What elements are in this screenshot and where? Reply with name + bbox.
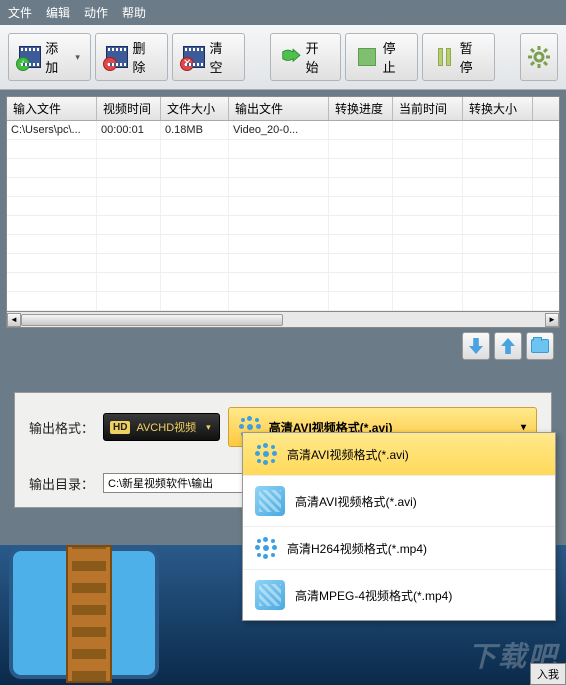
cell-outsize [463,121,533,139]
dir-label: 输出目录： [29,474,95,493]
col-outsize[interactable]: 转换大小 [463,97,533,120]
format-label: 输出格式： [29,418,95,437]
dropdown-item[interactable]: 高清AVI视频格式(*.avi) [243,433,555,476]
folder-icon [531,339,549,353]
dropdown-item-label: 高清AVI视频格式(*.avi) [287,446,409,463]
scroll-thumb[interactable] [21,314,283,326]
arrow-down-icon [469,338,483,354]
pause-icon [433,45,456,69]
delete-icon: – [106,45,129,69]
dropdown-item[interactable]: 高清MPEG-4视频格式(*.mp4) [243,570,555,620]
format-icon [255,537,277,559]
cell-size: 0.18MB [161,121,229,139]
menubar: 文件 编辑 动作 帮助 [0,0,566,25]
grid-body[interactable]: C:\Users\pc\... 00:00:01 0.18MB Video_20… [7,121,559,311]
horizontal-scrollbar[interactable]: ◄ ► [6,312,560,328]
col-input[interactable]: 输入文件 [7,97,97,120]
pause-label: 暂停 [460,38,484,76]
grid-area: 输入文件 视频时间 文件大小 输出文件 转换进度 当前时间 转换大小 C:\Us… [0,90,566,374]
col-size[interactable]: 文件大小 [161,97,229,120]
hd-badge: HD [110,421,130,434]
category-dropdown[interactable]: HD AVCHD视频 [103,413,220,441]
cell-duration: 00:00:01 [97,121,161,139]
film-strip-icon [66,545,112,683]
clear-label: 清空 [209,38,233,76]
action-row [6,328,560,368]
delete-button[interactable]: – 删除 [95,33,168,81]
col-output[interactable]: 输出文件 [229,97,329,120]
col-current[interactable]: 当前时间 [393,97,463,120]
stop-label: 停止 [383,38,407,76]
scroll-left-button[interactable]: ◄ [7,313,21,327]
dropdown-item-label: 高清AVI视频格式(*.avi) [295,493,417,510]
stop-icon [356,45,379,69]
pause-button[interactable]: 暂停 [422,33,495,81]
menu-help[interactable]: 帮助 [122,4,146,21]
menu-action[interactable]: 动作 [84,4,108,21]
cell-input: C:\Users\pc\... [7,121,97,139]
col-duration[interactable]: 视频时间 [97,97,161,120]
dropdown-item[interactable]: 高清AVI视频格式(*.avi) [243,476,555,527]
corner-button[interactable]: 入我 [530,663,566,685]
format-icon [255,443,277,465]
add-label: 添加 [45,38,69,76]
settings-button[interactable] [520,33,558,81]
format-icon [255,486,285,516]
add-icon: + [19,45,41,69]
arrow-up-icon [501,338,515,354]
start-icon [281,48,302,66]
dropdown-item-label: 高清MPEG-4视频格式(*.mp4) [295,587,452,604]
menu-edit[interactable]: 编辑 [46,4,70,21]
cell-output: Video_20-0... [229,121,329,139]
format-dropdown-list[interactable]: 高清AVI视频格式(*.avi) 高清AVI视频格式(*.avi) 高清H264… [242,432,556,621]
gear-icon [527,45,551,69]
category-text: AVCHD视频 [136,419,196,435]
move-up-button[interactable] [494,332,522,360]
dropdown-item-label: 高清H264视频格式(*.mp4) [287,540,427,557]
format-icon [255,580,285,610]
delete-label: 删除 [132,38,156,76]
grid-header: 输入文件 视频时间 文件大小 输出文件 转换进度 当前时间 转换大小 [7,97,559,121]
clear-icon: ✕ [183,45,206,69]
menu-file[interactable]: 文件 [8,4,32,21]
cell-current [393,121,463,139]
col-progress[interactable]: 转换进度 [329,97,393,120]
open-folder-button[interactable] [526,332,554,360]
stop-button[interactable]: 停止 [345,33,418,81]
add-button[interactable]: + 添加 [8,33,91,81]
toolbar: + 添加 – 删除 ✕ 清空 开始 停止 暂停 [0,25,566,90]
start-label: 开始 [306,38,330,76]
table-row[interactable]: C:\Users\pc\... 00:00:01 0.18MB Video_20… [7,121,559,140]
file-grid: 输入文件 视频时间 文件大小 输出文件 转换进度 当前时间 转换大小 C:\Us… [6,96,560,312]
dropdown-item[interactable]: 高清H264视频格式(*.mp4) [243,527,555,570]
move-down-button[interactable] [462,332,490,360]
cell-progress [329,121,393,139]
start-button[interactable]: 开始 [270,33,341,81]
clear-button[interactable]: ✕ 清空 [172,33,245,81]
scroll-right-button[interactable]: ► [545,313,559,327]
scroll-track[interactable] [21,313,545,327]
